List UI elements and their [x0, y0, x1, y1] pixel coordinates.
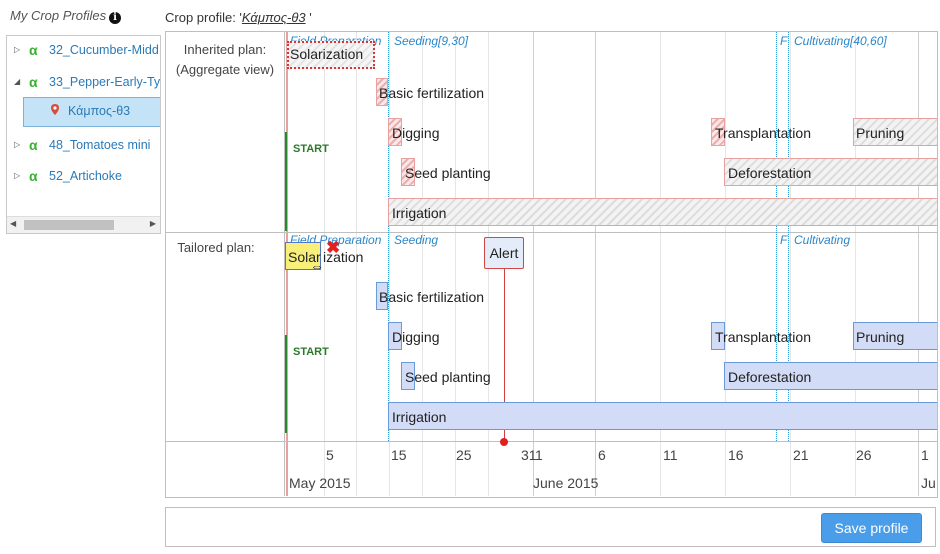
- tree-item-artichoke[interactable]: ▷ α 52_Artichoke: [7, 166, 160, 186]
- delete-icon[interactable]: ✖: [326, 239, 340, 256]
- task-label: Irrigation: [392, 409, 447, 425]
- task-label: Pruning: [856, 329, 905, 345]
- tree-item-cucumber[interactable]: ▷ α 32_Cucumber-Midd: [7, 40, 160, 60]
- footer-bar: Save profile: [165, 507, 936, 547]
- tree-item-label[interactable]: 33_Pepper-Early-Ty: [49, 72, 160, 92]
- tree-item-label[interactable]: 52_Artichoke: [49, 166, 122, 186]
- task-label: Irrigation: [392, 205, 447, 221]
- tailored-irrigation-bar[interactable]: [388, 402, 937, 430]
- start-label: START: [293, 143, 329, 155]
- profile-icon: α: [29, 74, 38, 90]
- alert-marker[interactable]: Alert: [484, 237, 524, 269]
- map-pin-icon: [51, 104, 59, 115]
- axis-tick: 25: [456, 447, 472, 463]
- profile-icon: α: [29, 168, 38, 184]
- inherited-label-line1: Inherited plan:: [183, 42, 267, 57]
- crop-profile-tree[interactable]: ▷ α 32_Cucumber-Midd ◢ α 33_Pepper-Early…: [6, 35, 161, 234]
- tree-item-tomatoes[interactable]: ▷ α 48_Tomatoes mini: [7, 135, 160, 155]
- alert-dot: [500, 438, 508, 446]
- axis-tick: 6: [598, 447, 606, 463]
- phase-seeding: Seeding: [394, 233, 439, 247]
- panel-title: My Crop Profiles i: [10, 8, 122, 24]
- resize-cursor-icon: ⇔: [310, 258, 324, 274]
- axis-month: June 2015: [533, 475, 599, 491]
- profile-icon: α: [29, 42, 38, 58]
- panel-title-text: My Crop Profiles: [10, 8, 107, 23]
- phase-cultivating: Cultivating: [794, 233, 851, 247]
- profile-icon: α: [29, 137, 38, 153]
- axis-tick: 1: [921, 447, 929, 463]
- axis-tick: 1: [535, 447, 543, 463]
- start-label: START: [293, 346, 329, 358]
- gantt-chart: Inherited plan: (Aggregate view) Tailore…: [165, 31, 938, 498]
- phase-f: F: [780, 34, 788, 48]
- tree-item-label[interactable]: Κάμπος-θ3: [68, 104, 130, 118]
- info-icon[interactable]: i: [109, 12, 122, 24]
- tailored-plan-label: Tailored plan:: [177, 240, 255, 255]
- task-label: Transplantation: [715, 125, 811, 141]
- task-label: Transplantation: [715, 329, 811, 345]
- task-label: Deforestation: [728, 369, 812, 385]
- task-label: Basic fertilization: [379, 289, 485, 305]
- task-label: Seed planting: [405, 165, 491, 181]
- axis-month: Ju: [921, 475, 936, 491]
- axis-tick: 11: [663, 447, 678, 463]
- axis-month: May 2015: [289, 475, 351, 491]
- tree-item-label[interactable]: 48_Tomatoes mini: [49, 135, 150, 155]
- task-label: Seed planting: [405, 369, 491, 385]
- start-marker: [285, 132, 287, 231]
- task-label: Basic fertilization: [379, 85, 485, 101]
- collapse-icon[interactable]: ◢: [14, 72, 20, 92]
- save-profile-button[interactable]: Save profile: [821, 513, 922, 543]
- axis-tick: 21: [793, 447, 809, 463]
- start-marker: [285, 335, 287, 433]
- phase-f: F: [780, 233, 788, 247]
- crop-profile-name[interactable]: Κάμπος-θ3: [242, 10, 306, 25]
- task-label: Digging: [392, 125, 440, 141]
- expand-icon[interactable]: ▷: [14, 135, 20, 155]
- row-separator: [166, 441, 937, 442]
- axis-tick: 16: [728, 447, 744, 463]
- crop-profile-label: Crop profile: 'Κάμπος-θ3 ': [165, 10, 312, 25]
- task-label: Pruning: [856, 125, 905, 141]
- phase-seeding: Seeding[9,30]: [394, 34, 469, 48]
- axis-tick: 26: [856, 447, 872, 463]
- task-label: Digging: [392, 329, 440, 345]
- inherited-label-line2: (Aggregate view): [175, 62, 275, 77]
- expand-icon[interactable]: ▷: [14, 40, 20, 60]
- crop-profile-prefix: Crop profile: ': [165, 10, 242, 25]
- tree-item-label[interactable]: 32_Cucumber-Midd: [49, 40, 159, 60]
- phase-cultivating: Cultivating[40,60]: [794, 34, 887, 48]
- task-label: Deforestation: [728, 165, 812, 181]
- scroll-left-icon[interactable]: ◀: [10, 219, 16, 228]
- tree-item-selected-field[interactable]: Κάμπος-θ3: [23, 97, 160, 127]
- expand-icon[interactable]: ▷: [14, 166, 20, 186]
- tree-item-pepper[interactable]: ◢ α 33_Pepper-Early-Ty: [7, 72, 160, 92]
- task-label: Solarization: [290, 46, 364, 62]
- axis-tick: 5: [326, 447, 334, 463]
- inherited-plan-label: Inherited plan: (Aggregate view): [166, 40, 284, 80]
- inherited-irrigation-bar[interactable]: [388, 198, 937, 226]
- scrollbar-thumb[interactable]: [24, 220, 114, 230]
- crop-profile-suffix: ': [309, 10, 312, 25]
- axis-tick: 15: [391, 447, 407, 463]
- scroll-right-icon[interactable]: ▶: [150, 219, 156, 228]
- horizontal-scrollbar[interactable]: ◀ ▶: [7, 216, 160, 233]
